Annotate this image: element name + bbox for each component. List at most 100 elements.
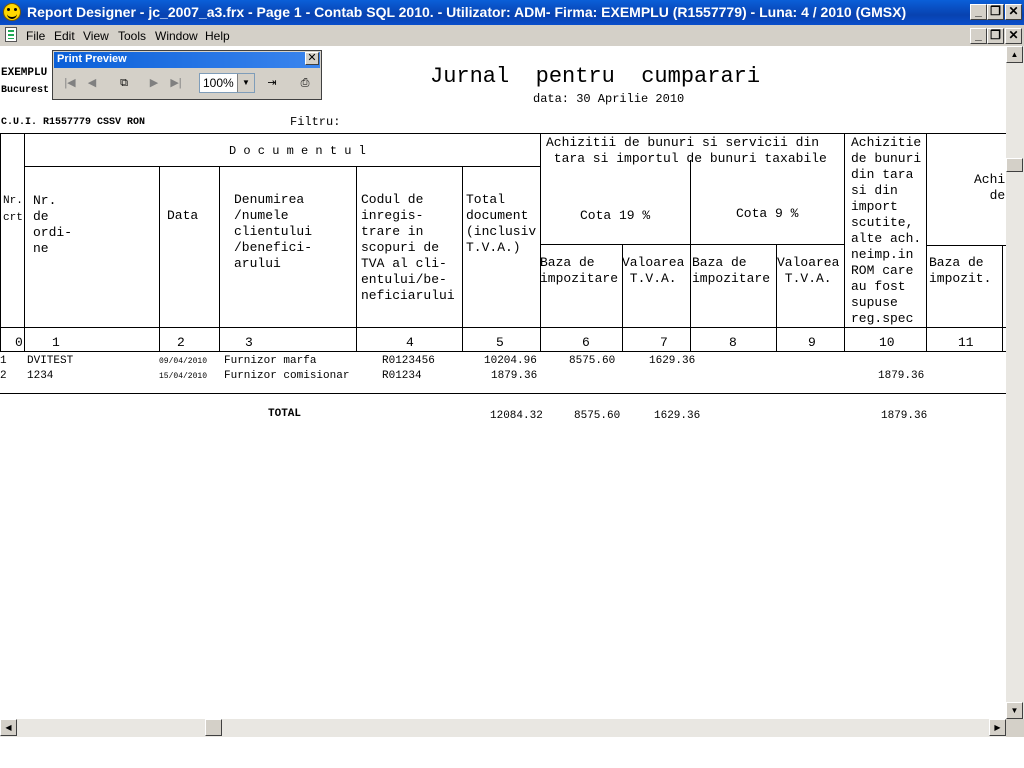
col-number: 7	[660, 335, 668, 350]
menu-window[interactable]: Window	[155, 29, 198, 43]
header-achi-partial: Achi de	[974, 172, 1006, 203]
report-date: data: 30 Aprilie 2010	[533, 92, 685, 106]
multiple-pages-icon[interactable]: ⧉	[115, 73, 133, 93]
header-data: Data	[167, 208, 199, 223]
menu-file[interactable]: File	[26, 29, 45, 43]
menu-bar: File Edit View Tools Window Help _ ❐ ✕	[0, 25, 1024, 47]
horizontal-scrollbar[interactable]: ◀ ▶	[0, 719, 1006, 737]
row1-tva19: 1629.36	[649, 355, 696, 367]
doc-restore-button[interactable]: ❐	[987, 28, 1004, 44]
total-baza19: 8575.60	[574, 410, 621, 422]
colnum-bottom-line	[0, 351, 1006, 352]
close-preview-icon[interactable]: ⇥	[263, 73, 281, 93]
vline	[844, 133, 845, 351]
col-number: 10	[879, 335, 895, 350]
print-icon[interactable]: ⎙	[296, 73, 314, 93]
filter-label: Filtru:	[290, 115, 341, 129]
report-title: Jurnal pentru cumparari	[430, 64, 761, 89]
print-preview-title-bar: Print Preview	[54, 52, 320, 68]
scroll-right-icon[interactable]: ▶	[989, 719, 1006, 736]
row1-total: 10204.96	[484, 355, 537, 367]
total-scutite: 1879.36	[881, 410, 928, 422]
row1-nr-ordine: DVITEST	[27, 355, 74, 367]
document-icon[interactable]	[5, 27, 17, 42]
row2-nr-ordine: 1234	[27, 370, 54, 382]
vline	[0, 133, 1, 351]
row1-baza19: 8575.60	[569, 355, 616, 367]
header-cota9: Cota 9 %	[736, 206, 799, 221]
header-baza9: Baza de impozitare	[692, 255, 771, 286]
col-number: 5	[496, 335, 504, 350]
col-number: 0	[15, 335, 23, 350]
row1-data: 09/04/2010	[159, 357, 208, 366]
chevron-down-icon[interactable]: ▼	[237, 74, 254, 92]
right-sub-line	[926, 245, 1006, 246]
print-preview-close-icon[interactable]: ✕	[305, 52, 319, 65]
total-label: TOTAL	[268, 408, 302, 420]
header-nr-ordine: Nr. de ordi- ne	[33, 193, 73, 256]
scroll-up-icon[interactable]: ▲	[1006, 46, 1023, 63]
header-tva9: Valoarea T.V.A.	[777, 255, 840, 286]
doc-close-button[interactable]: ✕	[1005, 28, 1022, 44]
next-page-icon[interactable]: ▶	[145, 73, 163, 93]
header-achizitii: Achizitii de bunuri si servicii din tara…	[546, 135, 827, 166]
restore-button[interactable]: ❐	[987, 4, 1004, 20]
row2-data: 15/04/2010	[159, 372, 208, 381]
vline	[219, 166, 220, 351]
vertical-scrollbar[interactable]: ▲ ▼	[1006, 46, 1024, 719]
close-button[interactable]: ✕	[1005, 4, 1022, 20]
header-baza19: Baza de impozitare	[540, 255, 619, 286]
header-cod: Codul de inregis- trare in scopuri de TV…	[361, 192, 455, 303]
vline	[690, 160, 691, 351]
company-name: EXEMPLU	[1, 67, 48, 79]
total-tva19: 1629.36	[654, 410, 701, 422]
doc-minimize-button[interactable]: _	[970, 28, 987, 44]
header-denumire: Denumirea /numele clientului /benefici- …	[234, 192, 313, 271]
header-nr-crt: Nr. crt	[3, 195, 23, 224]
zoom-value: 100%	[203, 76, 234, 90]
header-bottom-line	[0, 327, 1006, 328]
header-total: Total document (inclusiv T.V.A.)	[466, 192, 537, 255]
first-page-icon[interactable]: |◀	[61, 73, 79, 93]
company-city: Bucurest	[1, 85, 50, 96]
zoom-select[interactable]: 100% ▼	[199, 73, 255, 93]
window-title: Report Designer - jc_2007_a3.frx - Page …	[27, 4, 907, 20]
table-top-line	[0, 133, 1006, 134]
col-number: 4	[406, 335, 414, 350]
row2-scutite: 1879.36	[878, 370, 925, 382]
vertical-scroll-thumb[interactable]	[1006, 158, 1023, 172]
row1-cod: R0123456	[382, 355, 435, 367]
col-number: 2	[177, 335, 185, 350]
status-area	[0, 737, 1024, 768]
smiley-app-icon	[3, 3, 21, 21]
print-preview-title: Print Preview	[57, 53, 127, 65]
minimize-button[interactable]: _	[970, 4, 987, 20]
horizontal-scroll-thumb[interactable]	[205, 719, 222, 736]
col-number: 6	[582, 335, 590, 350]
rows-bottom-line	[0, 393, 1006, 394]
row2-cod: R01234	[382, 370, 422, 382]
header-documentul: D o c u m e n t u l	[229, 144, 366, 158]
print-preview-toolbar: Print Preview ✕ |◀ ◀ ⧉ ▶ ▶| 100% ▼ ⇥ ⎙	[52, 50, 322, 100]
previous-page-icon[interactable]: ◀	[83, 73, 101, 93]
col-number: 8	[729, 335, 737, 350]
header-cota19: Cota 19 %	[580, 208, 651, 223]
menu-help[interactable]: Help	[205, 29, 230, 43]
menu-edit[interactable]: Edit	[54, 29, 75, 43]
scroll-left-icon[interactable]: ◀	[0, 719, 17, 736]
row1-nr: 1	[0, 355, 7, 367]
vline	[1002, 245, 1003, 351]
header-tva19: Valoarea T.V.A.	[622, 255, 685, 286]
header-baza-impozit: Baza de impozit.	[929, 255, 992, 286]
menu-tools[interactable]: Tools	[118, 29, 146, 43]
company-cui: C.U.I. R1557779 CSSV RON	[1, 117, 146, 128]
vline	[24, 133, 25, 351]
last-page-icon[interactable]: ▶|	[167, 73, 185, 93]
cota-line	[540, 244, 844, 245]
menu-view[interactable]: View	[83, 29, 109, 43]
vline	[159, 166, 160, 351]
col-number: 3	[245, 335, 253, 350]
report-page: EXEMPLU Bucurest Jurnal pentru cumparari…	[0, 46, 1006, 719]
scroll-down-icon[interactable]: ▼	[1006, 702, 1023, 719]
col-number: 1	[52, 335, 60, 350]
